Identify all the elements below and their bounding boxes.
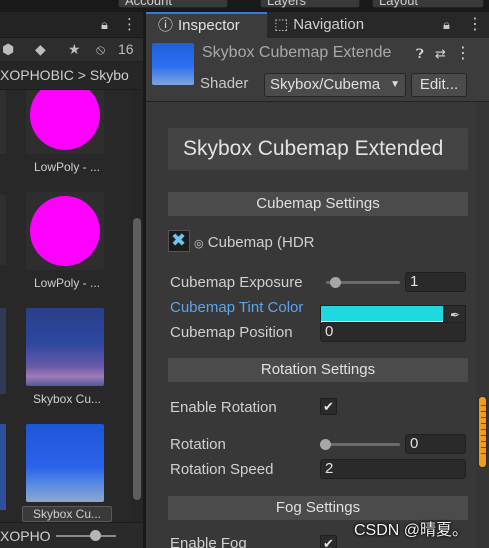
position-label: Cubemap Position (170, 324, 293, 341)
enable-fog-label: Enable Fog (170, 535, 247, 548)
footer-path: XOPHO (0, 528, 51, 544)
label-filter-icon[interactable]: ◆ (35, 41, 46, 58)
asset-label: Skybox Cu... (22, 506, 112, 522)
section-rotation-settings[interactable]: Rotation Settings (168, 358, 468, 382)
exposure-slider-knob[interactable] (330, 277, 341, 288)
cubemap-texture-name: Cubemap (HDR (207, 234, 315, 251)
asset-edge (0, 195, 6, 265)
filter-count: 16 (118, 41, 134, 57)
shader-label: Shader (200, 75, 249, 92)
material-thumbnail (26, 90, 104, 154)
zoom-slider-knob[interactable] (90, 530, 101, 541)
tab-label: Navigation (293, 16, 365, 33)
rotation-speed-input[interactable]: 2 (320, 459, 466, 479)
account-dropdown[interactable]: Account (118, 0, 228, 8)
exposure-label: Cubemap Exposure (170, 274, 303, 291)
edit-shader-button[interactable]: Edit... (411, 73, 467, 97)
breadcrumb[interactable]: XOPHOBIC > Skybo (0, 62, 143, 90)
layout-dropdown[interactable]: Layout (372, 0, 484, 8)
skybox-thumbnail (26, 308, 104, 386)
zoom-slider-track[interactable] (56, 535, 116, 537)
rotation-speed-label: Rotation Speed (170, 461, 274, 478)
asset-edge (0, 90, 6, 154)
top-toolbar: Account Layers Layout (0, 0, 489, 12)
inspector-scrollbar[interactable] (476, 102, 489, 548)
tab-navigation[interactable]: ⬚ Navigation (274, 12, 404, 38)
material-thumbnail (26, 192, 104, 270)
magenta-sphere-icon (30, 196, 100, 266)
project-toolbar: ⬢ ◆ ★ ⦸ 16 (0, 38, 143, 62)
magenta-sphere-icon (30, 90, 100, 150)
favorite-star-icon[interactable]: ★ (68, 41, 81, 58)
enable-rotation-label: Enable Rotation (170, 399, 277, 416)
asset-scrollbar[interactable] (131, 90, 143, 522)
cubemap-slot[interactable]: ✖ (168, 230, 190, 252)
tint-color-fill (321, 306, 443, 321)
material-preview-icon (152, 43, 194, 85)
enable-fog-checkbox[interactable]: ✔ (320, 535, 337, 548)
enable-rotation-checkbox[interactable]: ✔ (320, 398, 337, 415)
material-name-banner: Skybox Cubemap Extended (168, 128, 468, 170)
scrollbar-thumb[interactable] (133, 218, 141, 500)
project-footer: XOPHO (0, 522, 143, 548)
exposure-input[interactable]: 1 (405, 272, 466, 292)
kebab-menu-icon[interactable]: ⋮ (467, 14, 483, 34)
project-panel: 🔒︎ ⋮ ⬢ ◆ ★ ⦸ 16 XOPHOBIC > Skybo LowPoly… (0, 12, 143, 548)
asset-edge (0, 308, 6, 394)
cubemap-texture-icon: ✖ (171, 230, 187, 250)
project-tabbar: 🔒︎ ⋮ (0, 12, 143, 38)
rotation-label: Rotation (170, 436, 226, 453)
asset-label: LowPoly - ... (33, 160, 101, 174)
section-cubemap-settings[interactable]: Cubemap Settings (168, 192, 468, 216)
asset-edge (0, 424, 6, 510)
rotation-slider-knob[interactable] (320, 439, 331, 450)
asset-label: LowPoly - ... (33, 276, 101, 290)
watermark: CSDN @晴夏。 (354, 522, 469, 539)
hierarchy-filter-icon[interactable]: ⬢ (2, 41, 14, 58)
asset-grid: LowPoly - ... LowPoly - ... Skybox Cu...… (0, 90, 130, 522)
inspector-panel: ⓘ Inspector ⬚ Navigation 🔒︎ ⋮ Skybox Cubem… (146, 12, 489, 548)
shader-dropdown[interactable]: Skybox/Cubema ▼ (264, 73, 406, 97)
lock-icon[interactable]: 🔒︎ (443, 17, 450, 33)
tab-label: Inspector (178, 17, 240, 34)
kebab-menu-icon[interactable]: ⋮ (122, 15, 137, 33)
cubemap-texture-label[interactable]: ◎ Cubemap (HDR (194, 234, 314, 251)
asset-label: Skybox Cu... (32, 392, 102, 406)
target-icon: ◎ (194, 238, 204, 250)
kebab-menu-icon[interactable]: ⋮ (455, 43, 471, 63)
hidden-eye-icon[interactable]: ⦸ (96, 41, 105, 58)
material-header: Skybox Cubemap Extende ❓︎ ⇄ ⋮ Shader Sky… (146, 38, 489, 102)
help-icon[interactable]: ❓︎ (416, 46, 424, 62)
inspector-body: Skybox Cubemap Extended Cubemap Settings… (146, 102, 489, 548)
layers-dropdown[interactable]: Layers (260, 0, 360, 8)
navigation-icon: ⬚ (274, 16, 289, 33)
scrollbar-thumb[interactable] (478, 396, 487, 468)
dropdown-arrow-icon: ▼ (390, 79, 400, 90)
shader-value: Skybox/Cubema (270, 76, 381, 93)
position-input[interactable]: 0 (320, 322, 466, 342)
material-title: Skybox Cubemap Extende (202, 44, 392, 61)
lock-icon[interactable]: 🔒︎ (101, 17, 108, 33)
rotation-slider-track[interactable] (320, 443, 400, 446)
inspector-tabbar: ⓘ Inspector ⬚ Navigation 🔒︎ ⋮ (146, 12, 489, 38)
tint-color-label: Cubemap Tint Color (170, 299, 304, 316)
skybox-thumbnail (26, 424, 104, 502)
tab-inspector[interactable]: ⓘ Inspector (146, 12, 267, 38)
info-icon: ⓘ (158, 17, 174, 34)
preset-icon[interactable]: ⇄ (435, 46, 446, 62)
rotation-input[interactable]: 0 (405, 434, 466, 454)
